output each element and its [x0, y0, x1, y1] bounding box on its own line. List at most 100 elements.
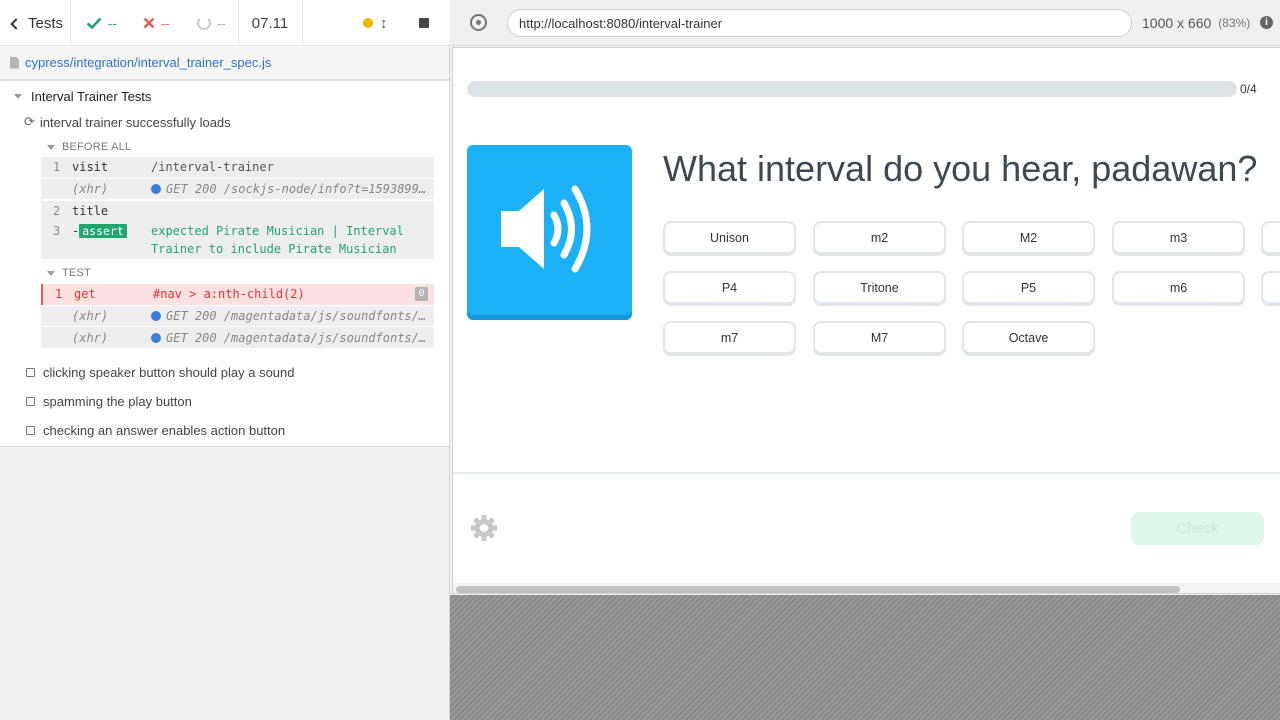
command-message-text: GET 200 /magentadata/js/soundfonts/...	[166, 331, 431, 345]
suite-title[interactable]: Interval Trainer Tests	[14, 84, 151, 108]
check-button[interactable]: Check	[1131, 512, 1264, 545]
crosshair-icon[interactable]	[470, 14, 487, 31]
chevron-down-icon	[47, 270, 55, 276]
command-name: get	[74, 287, 96, 301]
test-row-pending[interactable]: checking an answer enables action button	[24, 418, 285, 442]
answer-button[interactable]: m7	[663, 321, 796, 354]
stop-button[interactable]	[419, 0, 429, 46]
test-row-running[interactable]: ⟳ interval trainer successfully loads	[24, 110, 231, 134]
tests-button[interactable]: Tests	[0, 0, 70, 46]
assert-badge: assert	[79, 224, 127, 238]
divider	[70, 0, 71, 46]
checkmark-icon	[86, 17, 102, 29]
command-name: title	[72, 204, 109, 218]
aut-backdrop	[450, 595, 1280, 720]
answer-button-clipped[interactable]	[1261, 271, 1280, 304]
command-number: 3	[53, 224, 61, 238]
passed-value: --	[108, 15, 117, 31]
viewport-dimensions: 1000 x 660	[1142, 15, 1212, 31]
test-title: clicking speaker button should play a so…	[43, 364, 295, 380]
command-message: GET 200 /magentadata/js/soundfonts/...	[151, 309, 431, 323]
command-number: 1	[55, 287, 63, 301]
command-assert[interactable]: 3 - assert expected Pirate Musician | Int…	[41, 221, 434, 259]
command-get-failed[interactable]: 1 get #nav > a:nth-child(2) 0	[41, 284, 434, 305]
command-message: expected Pirate Musician | Interval	[151, 224, 404, 238]
command-message-line2: Trainer to include Pirate Musician	[151, 242, 397, 256]
pending-count: --	[197, 0, 226, 46]
command-message: GET 200 /sockjs-node/info?t=1593899...	[151, 182, 431, 196]
hook-test[interactable]: TEST	[47, 264, 91, 282]
command-number: 2	[53, 204, 61, 218]
pending-checkbox-icon	[26, 367, 35, 377]
chevron-down-icon	[47, 144, 55, 150]
command-number: 1	[53, 160, 61, 174]
answer-button[interactable]: m6	[1112, 271, 1245, 304]
runnables-list: Interval Trainer Tests ⟳ interval traine…	[0, 81, 449, 447]
viewport-scale: (83%)	[1218, 16, 1251, 30]
element-count-badge: 0	[415, 287, 428, 301]
app-under-test: 0/4 What interval do you hear, padawan? …	[452, 47, 1280, 594]
spec-bar: cypress/integration/interval_trainer_spe…	[0, 46, 449, 80]
spinner-icon: ⟳	[24, 114, 35, 129]
command-xhr[interactable]: (xhr) GET 200 /magentadata/js/soundfonts…	[41, 306, 434, 326]
horizontal-scrollbar[interactable]	[453, 583, 1280, 593]
command-message: GET 200 /magentadata/js/soundfonts/...	[151, 331, 431, 345]
answer-button[interactable]: P5	[962, 271, 1095, 304]
command-xhr[interactable]: (xhr) GET 200 /magentadata/js/soundfonts…	[41, 327, 434, 348]
command-name: (xhr)	[72, 331, 109, 345]
scrollbar-thumb[interactable]	[456, 586, 1180, 593]
answer-button[interactable]: m2	[813, 221, 946, 254]
command-xhr[interactable]: (xhr) GET 200 /sockjs-node/info?t=159389…	[41, 179, 434, 199]
xhr-status-dot	[151, 311, 161, 321]
command-title[interactable]: 2 title	[41, 201, 434, 221]
duration: 07.11	[251, 14, 289, 32]
speaker-button[interactable]	[467, 145, 632, 315]
footer-divider	[453, 472, 1280, 474]
pending-checkbox-icon	[26, 425, 35, 435]
gear-icon[interactable]	[470, 514, 498, 542]
passed-count: --	[86, 0, 117, 46]
test-row-pending[interactable]: clicking speaker button should play a so…	[24, 360, 295, 384]
test-row-pending[interactable]: spamming the play button	[24, 389, 192, 413]
command-message-text: GET 200 /magentadata/js/soundfonts/...	[166, 309, 431, 323]
url-bar[interactable]: http://localhost:8080/interval-trainer	[507, 9, 1132, 37]
url-text: http://localhost:8080/interval-trainer	[519, 15, 723, 31]
progress-label: 0/4	[1240, 82, 1257, 96]
command-visit[interactable]: 1 visit /interval-trainer	[41, 157, 434, 178]
answer-button[interactable]: M2	[962, 221, 1095, 254]
command-message: /interval-trainer	[151, 160, 274, 174]
speaker-icon	[501, 185, 591, 273]
test-title: spamming the play button	[43, 393, 192, 409]
command-message-text: GET 200 /sockjs-node/info?t=1593899...	[166, 182, 431, 196]
answer-button[interactable]: P4	[663, 271, 796, 304]
answer-button[interactable]: M7	[813, 321, 946, 354]
failed-value: --	[161, 15, 170, 31]
xhr-status-dot	[151, 333, 161, 343]
progress-bar	[467, 81, 1237, 97]
pending-value: --	[217, 15, 226, 31]
suite-title-label: Interval Trainer Tests	[31, 88, 152, 104]
file-icon	[10, 56, 19, 69]
viewport-size: 1000 x 660 (83%)	[1142, 0, 1250, 46]
answer-button-clipped[interactable]	[1261, 221, 1280, 254]
info-icon[interactable]: i	[1260, 16, 1273, 29]
command-name: visit	[72, 160, 109, 174]
hook-before-all[interactable]: BEFORE ALL	[47, 138, 131, 156]
answer-button[interactable]: m3	[1112, 221, 1245, 254]
spinner-icon	[197, 16, 211, 30]
chevron-left-icon	[10, 17, 22, 30]
answer-button[interactable]: Octave	[962, 321, 1095, 354]
arrows-vertical-icon[interactable]: ↕	[380, 0, 388, 46]
answer-button[interactable]: Unison	[663, 221, 796, 254]
x-icon	[143, 17, 155, 29]
command-name: (xhr)	[72, 309, 109, 323]
test-title: interval trainer successfully loads	[39, 114, 231, 130]
chevron-down-icon	[14, 93, 22, 99]
divider	[302, 0, 303, 46]
pending-checkbox-icon	[26, 396, 35, 406]
answer-button[interactable]: Tritone	[813, 271, 946, 304]
spec-path-link[interactable]: cypress/integration/interval_trainer_spe…	[25, 55, 271, 70]
xhr-status-dot	[151, 184, 161, 194]
aut-header: http://localhost:8080/interval-trainer 1…	[450, 0, 1280, 46]
running-indicator	[363, 0, 373, 46]
